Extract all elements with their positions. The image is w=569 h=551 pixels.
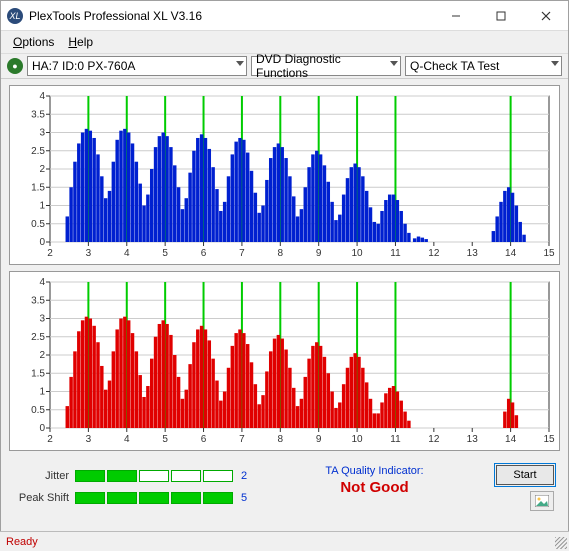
svg-text:2: 2 [47,434,53,445]
resize-grip-icon[interactable] [555,537,567,549]
svg-text:0: 0 [39,423,45,434]
function-select-value: DVD Diagnostic Functions [256,52,384,80]
test-select-value: Q-Check TA Test [410,59,499,73]
svg-text:13: 13 [467,248,479,259]
svg-text:14: 14 [505,434,517,445]
app-icon: XL [7,8,23,24]
drive-icon: ● [7,58,23,74]
chart-top: 0 0.5 1 1.5 2 2.5 3 3.5 4 2 3 4 5 6 7 8 9 10 11 12 13 14 15 [9,85,560,265]
svg-text:7: 7 [239,248,245,259]
svg-text:5: 5 [162,434,168,445]
meter-segment [139,492,169,504]
svg-text:13: 13 [467,434,479,445]
svg-text:12: 12 [428,434,440,445]
svg-text:11: 11 [390,248,401,259]
bottom-panel: Jitter 2 Peak Shift 5 TA Quality Indicat… [9,457,560,515]
meter-segment [107,492,137,504]
svg-text:0: 0 [39,237,45,248]
meter-segment [139,470,169,482]
svg-text:0.5: 0.5 [31,219,45,230]
meter-segment [107,470,137,482]
meter-segment [203,470,233,482]
jitter-label: Jitter [15,470,75,482]
toolbar: ● HA:7 ID:0 PX-760A DVD Diagnostic Funct… [1,53,568,79]
meters: Jitter 2 Peak Shift 5 [15,465,265,509]
svg-text:1: 1 [39,201,45,212]
window-title: PlexTools Professional XL V3.16 [29,9,433,23]
quality-value: Not Good [277,479,472,496]
svg-text:7: 7 [239,434,245,445]
svg-text:4: 4 [124,248,130,259]
svg-text:2.5: 2.5 [31,332,45,343]
chart-bottom: 0 0.5 1 1.5 2 2.5 3 3.5 4 2 3 4 5 6 7 8 9 10 11 12 13 14 15 [9,271,560,451]
svg-text:3: 3 [86,248,92,259]
jitter-meter [75,470,233,482]
svg-text:3: 3 [39,128,45,139]
svg-text:3: 3 [39,314,45,325]
maximize-button[interactable] [478,1,523,30]
drive-select-value: HA:7 ID:0 PX-760A [32,59,135,73]
start-button[interactable]: Start [496,465,554,485]
menu-help[interactable]: Help [62,33,99,51]
svg-text:0.5: 0.5 [31,405,45,416]
peak-shift-value: 5 [241,492,247,504]
svg-text:2: 2 [39,164,45,175]
quality-label: TA Quality Indicator: [277,465,472,477]
svg-text:3.5: 3.5 [31,109,45,120]
statusbar: Ready [0,531,569,551]
svg-text:10: 10 [352,248,364,259]
close-button[interactable] [523,1,568,30]
svg-text:8: 8 [278,248,284,259]
minimize-button[interactable] [433,1,478,30]
svg-text:1.5: 1.5 [31,182,45,193]
svg-text:14: 14 [505,248,517,259]
drive-select[interactable]: HA:7 ID:0 PX-760A [27,56,247,76]
svg-text:8: 8 [278,434,284,445]
svg-text:3.5: 3.5 [31,295,45,306]
svg-text:9: 9 [316,248,322,259]
chevron-down-icon [551,61,559,66]
svg-text:12: 12 [428,248,440,259]
function-select[interactable]: DVD Diagnostic Functions [251,56,401,76]
meter-segment [171,492,201,504]
svg-text:4: 4 [39,277,45,288]
meter-segment [75,492,105,504]
svg-text:1: 1 [39,387,45,398]
svg-text:15: 15 [543,248,555,259]
workarea: 00.511.522.533.5423456789101112131415 00… [1,79,568,519]
svg-text:6: 6 [201,248,207,259]
chevron-down-icon [390,61,398,66]
svg-text:9: 9 [316,434,322,445]
menubar: Options Help [1,31,568,53]
svg-text:10: 10 [352,434,364,445]
svg-text:2: 2 [39,350,45,361]
svg-text:4: 4 [124,434,130,445]
titlebar: XL PlexTools Professional XL V3.16 [1,1,568,31]
svg-text:3: 3 [86,434,92,445]
peak-shift-meter [75,492,233,504]
meter-segment [75,470,105,482]
test-select[interactable]: Q-Check TA Test [405,56,562,76]
quality-indicator: TA Quality Indicator: Not Good [277,465,472,496]
svg-text:6: 6 [201,434,207,445]
meter-segment [171,470,201,482]
svg-text:15: 15 [543,434,555,445]
svg-text:4: 4 [39,91,45,102]
status-text: Ready [6,536,38,548]
svg-text:1.5: 1.5 [31,368,45,379]
peak-shift-label: Peak Shift [15,492,75,504]
svg-text:5: 5 [162,248,168,259]
image-icon [535,495,549,507]
meter-segment [203,492,233,504]
save-image-button[interactable] [530,491,554,511]
menu-options[interactable]: Options [7,33,60,51]
svg-text:11: 11 [390,434,401,445]
chevron-down-icon [236,61,244,66]
jitter-value: 2 [241,470,247,482]
svg-text:2.5: 2.5 [31,146,45,157]
svg-text:2: 2 [47,248,53,259]
